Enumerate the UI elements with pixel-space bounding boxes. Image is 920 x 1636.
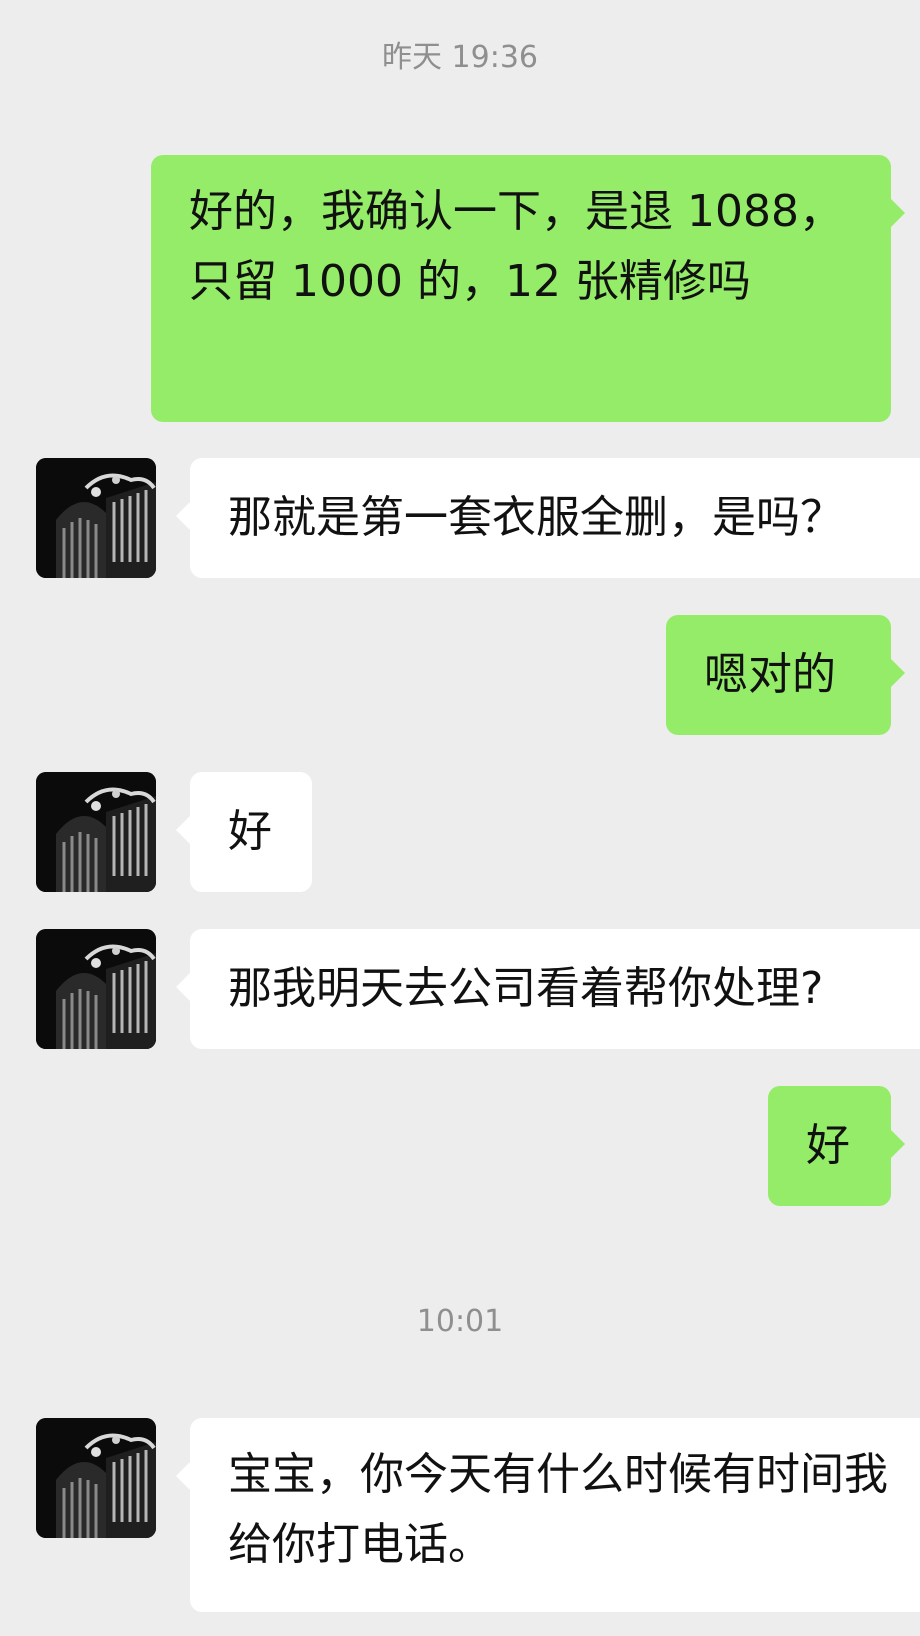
timestamp: 10:01 — [416, 1304, 504, 1339]
avatar-photo-icon — [36, 929, 156, 1049]
avatar-photo-icon — [36, 458, 156, 578]
timestamp: 昨天 19:36 — [382, 40, 538, 75]
chat-message-list: 昨天 19:36 好的，我确认一下，是退 1088，只留 1000 的，12 张… — [0, 0, 920, 1636]
contact-avatar[interactable] — [36, 458, 156, 578]
my-message-bubble[interactable]: 嗯对的 — [666, 615, 905, 735]
contact-avatar[interactable] — [36, 1418, 156, 1538]
contact-avatar[interactable] — [36, 929, 156, 1049]
contact-message-bubble[interactable]: 那我明天去公司看着帮你处理? — [176, 929, 920, 1049]
contact-message-bubble[interactable]: 好 — [176, 772, 312, 892]
my-message-bubble[interactable]: 好 — [768, 1086, 905, 1206]
avatar-photo-icon — [36, 1418, 156, 1538]
contact-message-bubble[interactable]: 那就是第一套衣服全删，是吗？ — [176, 458, 920, 578]
contact-message-bubble[interactable]: 宝宝，你今天有什么时候有时间我给你打电话。 — [176, 1418, 920, 1612]
my-message-bubble[interactable]: 好的，我确认一下，是退 1088，只留 1000 的，12 张精修吗 — [151, 155, 905, 422]
avatar-photo-icon — [36, 772, 156, 892]
contact-avatar[interactable] — [36, 772, 156, 892]
